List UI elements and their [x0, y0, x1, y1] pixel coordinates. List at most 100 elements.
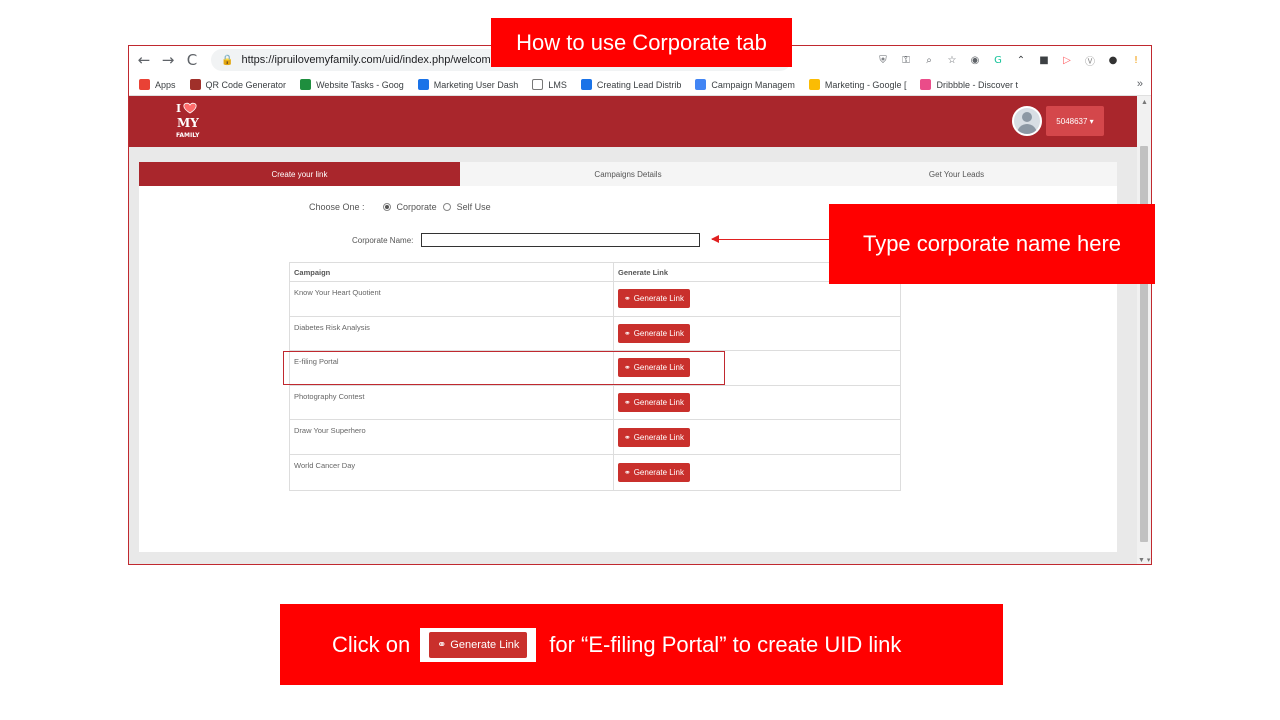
table-body: Know Your Heart Quotient ⚭ Generate Link Di… — [290, 282, 900, 490]
cast-icon[interactable]: ▷ — [1060, 53, 1074, 67]
profile-icon[interactable]: ● — [1106, 53, 1120, 67]
bookmark-favicon-icon — [580, 79, 592, 90]
campaign-name: Diabetes Risk Analysis — [290, 316, 614, 351]
instruction-text-end: for “E-filing Portal” to create UID link — [549, 631, 902, 657]
zoom-icon[interactable]: ⌕ — [922, 53, 936, 67]
update-icon[interactable]: ! — [1129, 53, 1143, 67]
choose-one-row: Choose One : Corporate Self Use — [309, 202, 491, 212]
bookmark-item[interactable]: Marketing User Dash — [417, 79, 518, 90]
bookmark-item[interactable]: Dribbble - Discover t — [920, 79, 1018, 90]
link-icon: ⚭ — [624, 398, 631, 408]
bookmark-label: Website Tasks - Goog — [316, 79, 404, 90]
campaign-name: World Cancer Day — [290, 454, 614, 490]
tab-get-your-leads[interactable]: Get Your Leads — [796, 162, 1117, 186]
instruction-button-sample: ⚭ Generate Link — [420, 627, 537, 662]
choose-label: Choose One : — [309, 202, 365, 212]
bookmark-label: Creating Lead Distrib — [596, 79, 682, 90]
bookmark-label: QR Code Generator — [205, 79, 287, 90]
self-use-radio-label: Self Use — [456, 202, 491, 212]
bookmark-favicon-icon — [189, 79, 201, 90]
corporate-radio[interactable] — [382, 203, 391, 211]
bookmark-favicon-icon — [139, 79, 150, 90]
generate-link-button[interactable]: ⚭ Generate Link — [618, 427, 690, 447]
instruction-text-start: Click on — [332, 631, 411, 657]
bookmark-label: Dribbble - Discover t — [936, 79, 1018, 90]
generate-link-button[interactable]: ⚭ Generate Link — [618, 323, 690, 343]
generate-link-cell: ⚭ Generate Link — [614, 282, 900, 316]
tab-create-your-link[interactable]: Create your link — [139, 162, 460, 186]
link-icon: ⚭ — [437, 638, 447, 651]
bookmark-item[interactable]: LMS — [532, 79, 567, 90]
generate-link-cell: ⚭ Generate Link — [614, 317, 900, 351]
page-scrollbar[interactable]: ▲ ▼ ▾ — [1137, 96, 1151, 564]
logo-heart-icon: I MY FAMILY — [176, 102, 200, 139]
annotation-corporate-name: Type corporate name here — [829, 204, 1155, 284]
url-text: https://ipruilovemyfamily.com/uid/index.… — [241, 54, 500, 66]
scroll-down-icon[interactable]: ▼ ▾ — [1138, 556, 1150, 564]
bookmark-item[interactable]: Apps — [139, 79, 176, 90]
box-icon[interactable]: ■ — [1037, 53, 1051, 67]
link-icon: ⚭ — [624, 467, 631, 477]
lock-icon: 🔒 — [221, 54, 234, 66]
v-icon[interactable]: Ⓥ — [1083, 53, 1097, 68]
bookmark-item[interactable]: Creating Lead Distrib — [580, 79, 682, 90]
tab-campaigns-details[interactable]: Campaigns Details — [460, 162, 796, 186]
bookmark-favicon-icon — [417, 79, 429, 90]
table-row: World Cancer Day ⚭ Generate Link — [290, 454, 900, 490]
slide: ← → C 🔒 https://ipruilovemyfamily.com/ui… — [0, 0, 1280, 720]
table-row: Photography Contest ⚭ Generate Link — [290, 385, 900, 421]
bookmark-item[interactable]: Campaign Managem — [695, 79, 795, 90]
mountain-icon[interactable]: ⌃ — [1014, 53, 1028, 67]
table-row: Know Your Heart Quotient ⚭ Generate Link — [290, 282, 900, 317]
corporate-name-input[interactable] — [421, 233, 701, 247]
bookmark-favicon-icon — [695, 79, 707, 90]
shield-ext-icon[interactable]: ⛨ — [876, 53, 890, 67]
bookmark-favicon-icon — [300, 79, 312, 90]
self-use-radio[interactable] — [442, 203, 451, 211]
web-page: I MY FAMILY 5048637 ▾ Create your link Ca… — [129, 96, 1137, 564]
forward-icon[interactable]: → — [159, 51, 177, 69]
bookmarks-more-icon[interactable]: » — [1137, 78, 1143, 90]
bookmark-label: Marketing - Google [ — [824, 79, 907, 90]
bookmark-label: Apps — [155, 79, 176, 90]
corporate-name-row: Corporate Name: — [352, 233, 701, 247]
campaign-name: Draw Your Superhero — [290, 420, 614, 454]
key-icon[interactable]: ⚿ — [899, 53, 913, 67]
grammarly-icon[interactable]: G — [991, 53, 1005, 67]
corporate-radio-label: Corporate — [396, 202, 437, 212]
bookmark-item[interactable]: QR Code Generator — [189, 79, 287, 90]
table-row: Diabetes Risk Analysis ⚭ Generate Link — [290, 316, 900, 352]
app-header: I MY FAMILY 5048637 ▾ — [129, 96, 1137, 147]
generate-link-button[interactable]: ⚭ Generate Link — [618, 289, 690, 309]
bookmark-item[interactable]: Website Tasks - Goog — [300, 79, 404, 90]
table-header: Campaign Generate Link — [290, 263, 900, 282]
bookmark-favicon-icon — [808, 79, 820, 90]
generate-link-label: Generate Link — [633, 467, 684, 477]
generate-link-label: Generate Link — [633, 294, 684, 304]
extension-icons: ⛨ ⚿ ⌕ ☆ ◉ G ⌃ ■ ▷ Ⓥ ●! — [876, 50, 1143, 70]
reload-icon[interactable]: C — [183, 51, 201, 69]
user-menu-button[interactable]: 5048637 ▾ — [1046, 106, 1104, 136]
generate-link-button[interactable]: ⚭ Generate Link — [618, 462, 690, 482]
generate-link-button[interactable]: ⚭ Generate Link — [618, 393, 690, 413]
scroll-up-icon[interactable]: ▲ — [1141, 99, 1148, 106]
bookmarks-bar: Apps QR Code Generator Website Tasks - Goo… — [129, 74, 1151, 96]
back-icon[interactable]: ← — [135, 51, 153, 69]
sample-generate-link-button: ⚭ Generate Link — [429, 631, 528, 658]
bookmark-label: LMS — [548, 79, 567, 90]
campaign-name: Photography Contest — [290, 385, 614, 420]
user-avatar[interactable] — [1012, 106, 1042, 136]
link-icon: ⚭ — [624, 432, 631, 442]
star-icon[interactable]: ☆ — [945, 53, 959, 67]
generate-link-cell: ⚭ Generate Link — [614, 420, 900, 454]
generate-link-cell: ⚭ Generate Link — [614, 455, 900, 490]
camera-icon[interactable]: ◉ — [968, 53, 982, 67]
campaign-name: Know Your Heart Quotient — [290, 282, 614, 316]
campaign-column-header: Campaign — [290, 263, 614, 281]
bookmark-item[interactable]: Marketing - Google [ — [808, 79, 907, 90]
bookmark-favicon-icon — [532, 79, 544, 90]
svg-text:FAMILY: FAMILY — [176, 132, 200, 139]
generate-link-label: Generate Link — [633, 432, 684, 442]
svg-text:MY: MY — [177, 116, 199, 130]
svg-text:I: I — [176, 102, 181, 115]
